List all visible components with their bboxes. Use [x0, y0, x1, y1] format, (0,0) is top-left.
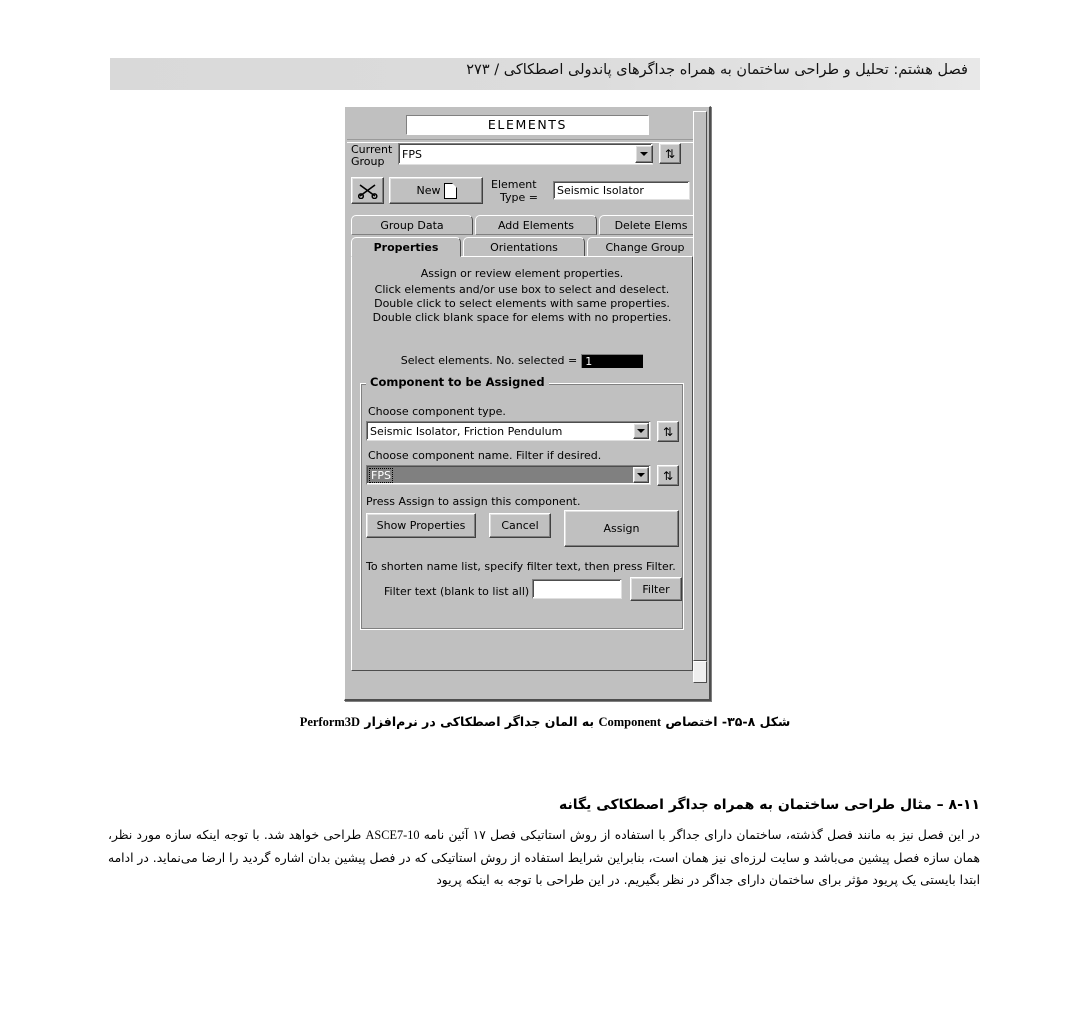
- elements-dialog: ELEMENTS Current Group FPS ⇅ New Element: [344, 106, 711, 701]
- properties-tab-panel: Assign or review element properties. Cli…: [351, 256, 693, 671]
- press-assign-hint: Press Assign to assign this component.: [366, 495, 581, 508]
- instruction-line-1: Assign or review element properties.: [420, 267, 624, 280]
- filter-text-label: Filter text (blank to list all): [384, 585, 530, 598]
- element-type-label-line2: Type =: [500, 191, 538, 204]
- current-group-label-line2: Group: [351, 155, 385, 168]
- component-groupbox-title: Component to be Assigned: [366, 375, 549, 389]
- refresh-icon: ⇅: [664, 146, 676, 161]
- selection-status-row: Select elements. No. selected = 1: [352, 354, 692, 368]
- current-group-refresh-button[interactable]: ⇅: [659, 143, 681, 164]
- dialog-scrollbar-thumb[interactable]: [693, 111, 707, 661]
- cancel-button[interactable]: Cancel: [489, 513, 551, 538]
- component-name-chevron-down-icon[interactable]: [633, 467, 649, 483]
- element-type-label-line1: Element: [491, 178, 537, 191]
- filter-text-input[interactable]: [532, 579, 622, 599]
- component-name-value: FPS: [369, 467, 393, 483]
- tab-orientations[interactable]: Orientations: [463, 237, 585, 257]
- component-type-label: Choose component type.: [368, 405, 506, 418]
- tab-change-group[interactable]: Change Group: [587, 237, 703, 257]
- figure-caption: شکل ۸-۳۵- اختصاص Component به المان جداگ…: [110, 714, 980, 730]
- component-name-combo[interactable]: FPS: [366, 465, 651, 485]
- page-header-band: فصل هشتم: تحلیل و طراحی ساختمان به همراه…: [110, 58, 980, 90]
- instruction-line-2: Click elements and/or use box to select …: [374, 283, 670, 296]
- current-group-combo[interactable]: FPS: [398, 143, 653, 165]
- instruction-line-3: Double click to select elements with sam…: [374, 297, 670, 310]
- figure-caption-latin-software: Perform3D: [299, 715, 361, 729]
- figure-caption-latin-component: Component: [598, 715, 661, 729]
- element-type-value: Seismic Isolator: [553, 181, 690, 200]
- scissors-icon: [357, 183, 378, 199]
- show-properties-button[interactable]: Show Properties: [366, 513, 476, 538]
- tab-delete-elems[interactable]: Delete Elems: [599, 215, 703, 235]
- new-group-button[interactable]: New: [389, 177, 483, 204]
- filter-button[interactable]: Filter: [630, 577, 682, 601]
- paragraph-part-1: در این فصل نیز به مانند فصل گذشته، ساختم…: [419, 828, 980, 842]
- selection-label: Select elements. No. selected =: [400, 354, 578, 367]
- tab-add-elements[interactable]: Add Elements: [475, 215, 597, 235]
- assign-button[interactable]: Assign: [564, 510, 679, 547]
- component-type-refresh-button[interactable]: ⇅: [657, 421, 679, 442]
- shorten-name-list-hint: To shorten name list, specify filter tex…: [366, 560, 676, 573]
- selected-count-value: 1: [581, 354, 644, 368]
- component-name-label: Choose component name. Filter if desired…: [368, 449, 602, 462]
- cut-elements-button[interactable]: [351, 177, 384, 204]
- refresh-icon: ⇅: [662, 424, 674, 439]
- dialog-scrollbar-bottom-button[interactable]: [693, 661, 707, 683]
- component-type-chevron-down-icon[interactable]: [633, 423, 649, 439]
- section-heading: ۸-۱۱ – مثال طراحی ساختمان به همراه جداگر…: [559, 797, 980, 813]
- page-header-text: فصل هشتم: تحلیل و طراحی ساختمان به همراه…: [466, 62, 968, 78]
- refresh-icon: ⇅: [662, 468, 674, 483]
- new-button-label: New: [415, 184, 442, 197]
- instruction-line-4: Double click blank space for elems with …: [372, 311, 672, 324]
- dialog-title-field: ELEMENTS: [406, 115, 649, 135]
- new-page-icon: [443, 182, 457, 199]
- component-type-combo[interactable]: Seismic Isolator, Friction Pendulum: [366, 421, 651, 441]
- tab-group-data[interactable]: Group Data: [351, 215, 473, 235]
- tab-properties[interactable]: Properties: [351, 237, 461, 257]
- component-name-refresh-button[interactable]: ⇅: [657, 465, 679, 486]
- figure-caption-middle: به المان جداگر اصطکاکی در نرم‌افزار: [360, 714, 599, 729]
- section-paragraph: در این فصل نیز به مانند فصل گذشته، ساختم…: [108, 824, 980, 892]
- current-group-chevron-down-icon[interactable]: [635, 145, 653, 163]
- paragraph-standard-code: ASCE7-10: [365, 828, 420, 842]
- figure-caption-prefix: شکل ۸-۳۵- اختصاص: [661, 714, 791, 729]
